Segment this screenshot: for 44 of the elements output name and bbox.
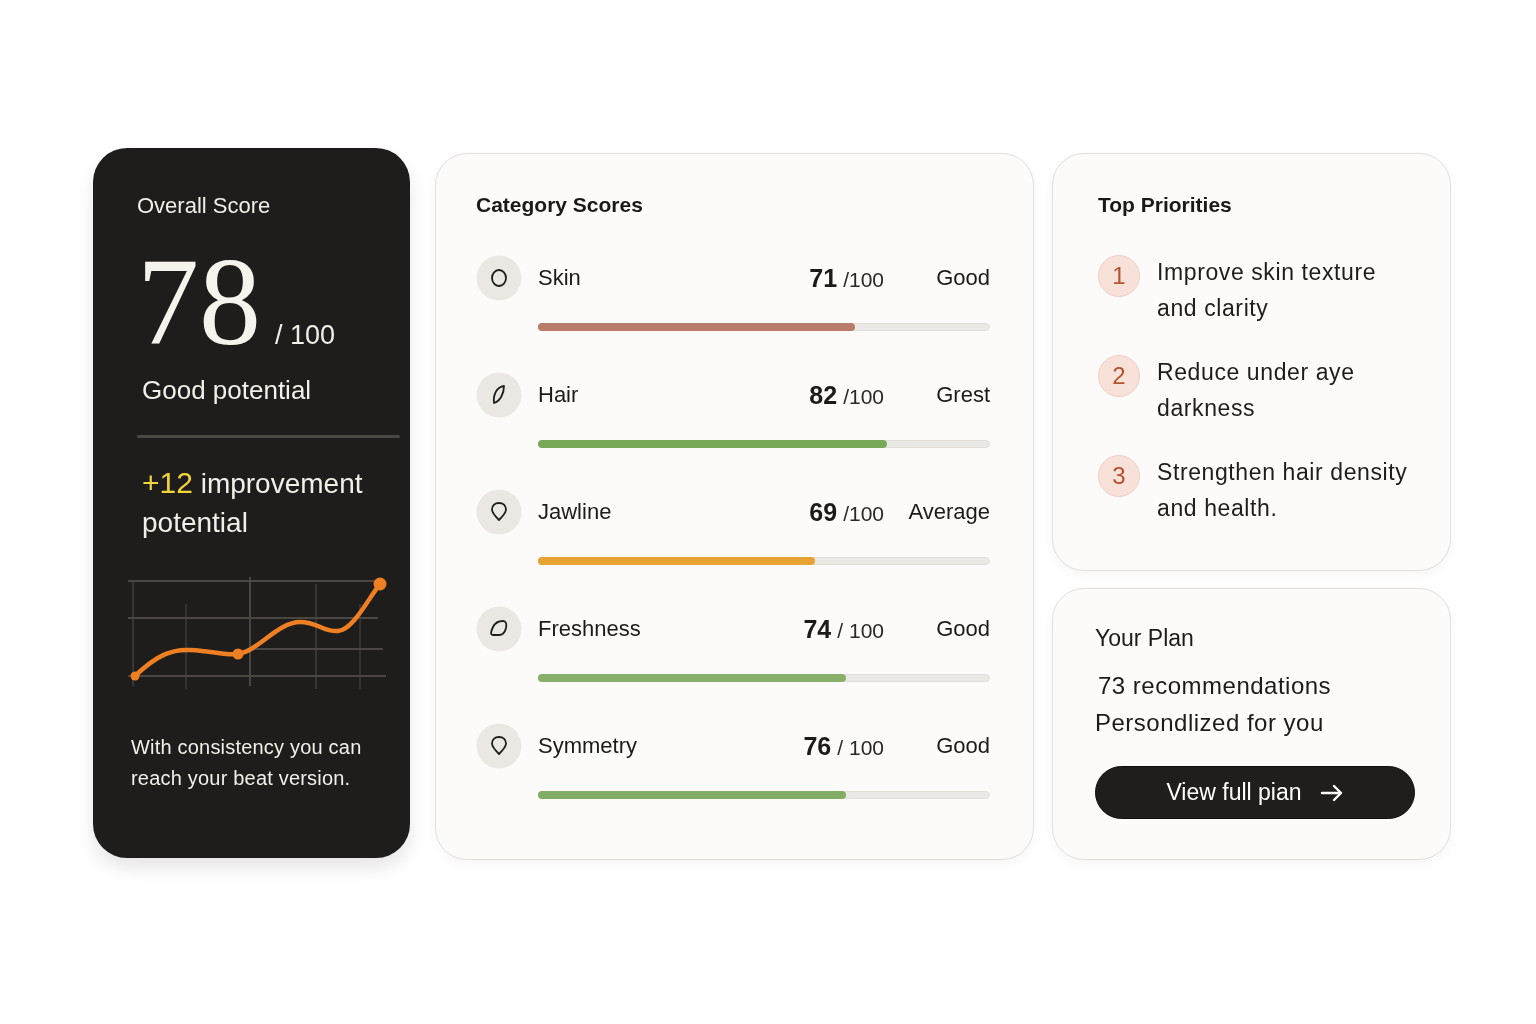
recommendation-count: 73 recommendations (1097, 671, 1332, 701)
score-max: / 100 (837, 735, 884, 760)
improvement-text: +12 improvement potential (141, 465, 364, 540)
encouragement-text: With consistency you can reach your beat version. (131, 735, 363, 791)
card-title: Overall Score (137, 192, 271, 220)
teardrop-icon (476, 723, 522, 769)
category-score: 76 (803, 731, 832, 761)
category-name: Freshness (538, 616, 642, 642)
category-name: Jawline (538, 499, 613, 525)
leaf-icon (476, 372, 522, 418)
score-max: /100 (843, 501, 884, 526)
category-name: Symmetry (538, 733, 638, 759)
teardrop-icon (476, 489, 522, 535)
category-status: Good (935, 616, 990, 642)
ring-icon (476, 255, 522, 301)
card-title: Your Plan (1095, 624, 1194, 652)
score-max: / 100 (275, 320, 336, 351)
card-title: Top Priorities (1098, 192, 1233, 218)
priority-text: Reduce under aye darkness (1157, 358, 1356, 423)
arrow-right-icon (1319, 783, 1344, 802)
rating-text: Good potential (141, 374, 312, 406)
category-status: Good (935, 265, 990, 291)
priority-text: Strengthen hair density and health. (1157, 458, 1409, 523)
priority-number: 1 (1098, 255, 1140, 297)
card-title: Category Scores (476, 192, 644, 218)
category-score: 71 (809, 263, 838, 293)
score-max: /100 (843, 384, 884, 409)
view-plan-button[interactable]: View full pian (1095, 766, 1415, 819)
category-name: Hair (538, 382, 580, 408)
category-status: Grest (935, 382, 990, 408)
category-name: Skin (538, 265, 582, 291)
score-max: /100 (843, 267, 884, 292)
score-max: / 100 (837, 618, 884, 643)
plan-subtitle: Persondlized for you (1095, 708, 1324, 738)
priority-text: Improve skin texture and clarity (1157, 258, 1378, 323)
category-score: 82 (809, 380, 838, 410)
category-score: 74 (803, 614, 832, 644)
category-score: 69 (809, 497, 838, 527)
priority-number: 2 (1098, 355, 1140, 397)
category-status: Good (935, 733, 990, 759)
overall-score: 78 (137, 241, 261, 365)
pebble-icon (476, 606, 522, 652)
priority-number: 3 (1098, 455, 1140, 497)
category-status: Average (907, 499, 990, 525)
